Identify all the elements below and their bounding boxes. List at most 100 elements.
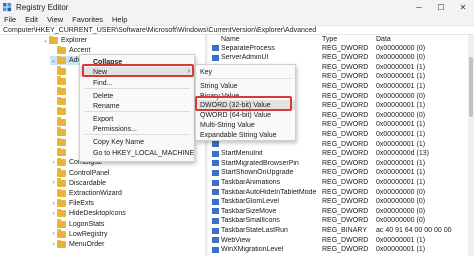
value-data: 0x00000001 (1) [376,236,426,244]
tree-item[interactable] [50,106,69,116]
expand-chevron-icon[interactable]: › [50,231,57,237]
menu-help[interactable]: Help [112,15,127,24]
value-data: 0x00000001 (1) [376,102,426,110]
menu-item-label: Export [93,115,114,123]
menu-item-copy-key-name[interactable]: Copy Key Name [80,137,194,147]
submenu-item-multi-string-value[interactable]: Multi-String Value [196,120,295,130]
table-row[interactable]: TaskbarStateLastRun REG_BINARY ac 40 91 64… [208,226,474,235]
value-type: REG_DWORD [322,198,369,206]
tree-item-label: LowRegistry [69,230,108,238]
tree-item[interactable] [50,66,69,76]
value-type: REG_DWORD [322,73,369,81]
column-header-name[interactable]: Name [208,36,312,43]
value-name: TaskbarGlomLevel [221,198,279,206]
table-row[interactable]: TaskbarSizeMove REG_DWORD 0x00000000 (0) [208,207,474,216]
submenu-item-expandable-string-value[interactable]: Expandable String Value [196,130,295,140]
value-name: ServerAdminUI [221,54,269,62]
tree-item[interactable]: ExtractionWizard [50,188,122,198]
tree-item[interactable] [50,147,69,157]
expand-chevron-icon[interactable]: › [50,211,57,217]
value-name: StartMenuInit [221,150,263,158]
table-row[interactable]: WinXMigrationLevel REG_DWORD 0x00000001 (1… [208,245,474,254]
menu-view[interactable]: View [47,15,63,24]
menu-item-rename[interactable]: Rename [80,101,194,111]
submenu-item-qword-value[interactable]: QWORD (64-bit) Value [196,110,295,120]
menu-item-delete[interactable]: Delete [80,91,194,101]
tree-item[interactable]: › Discardable [50,178,106,188]
value-name: TaskbarStateLastRun [221,227,288,234]
menu-separator [84,134,190,135]
folder-icon [57,127,66,136]
scrollbar-thumb[interactable] [469,57,473,117]
expand-chevron-icon[interactable]: › [50,160,57,166]
binary-value-icon [212,169,219,176]
minimize-button[interactable]: ─ [408,0,430,14]
tree-item-label: ControlPanel [69,169,110,177]
value-name: TaskbarAutoHideInTabletMode [221,188,317,196]
tree-item[interactable] [50,117,69,127]
tree-item[interactable] [50,86,69,96]
menu-item-permissions[interactable]: Permissions... [80,124,194,134]
value-data: 0x00000001 (1) [376,83,426,90]
folder-icon [57,117,66,126]
menu-item-find[interactable]: Find... [80,78,194,88]
expand-chevron-icon[interactable]: ⌄ [50,57,57,64]
menu-item-goto-hklm[interactable]: Go to HKEY_LOCAL_MACHINE [80,148,194,158]
column-header-data[interactable]: Data [376,36,391,43]
table-row[interactable]: TaskbarSmallIcons REG_DWORD 0x00000000 (0) [208,216,474,225]
table-row[interactable]: StartMigratedBrowserPin REG_DWORD 0x000000… [208,159,474,168]
submenu-item-key[interactable]: Key [196,67,295,77]
tree-item[interactable] [50,96,69,106]
maximize-button[interactable]: ☐ [430,0,452,14]
submenu-item-label: Expandable String Value [200,131,277,139]
value-type: REG_DWORD [322,54,369,62]
values-scrollbar[interactable] [468,35,474,256]
column-header-type[interactable]: Type [322,36,337,43]
binary-value-icon [212,217,219,224]
value-data: ac 40 91 64 00 00 00 00 [376,227,452,234]
menu-file[interactable]: File [4,15,16,24]
menu-item-export[interactable]: Export [80,114,194,124]
table-row[interactable]: StartShownOnUpgrade REG_DWORD 0x00000001 (… [208,168,474,177]
tree-item[interactable]: ControlPanel [50,168,110,178]
binary-value-icon [212,198,219,205]
tree-item[interactable] [50,76,69,86]
value-type: REG_DWORD [322,131,369,138]
tree-item[interactable]: › LowRegistry [50,229,108,239]
table-row[interactable]: TaskbarGlomLevel REG_DWORD 0x00000000 (0) [208,197,474,206]
tree-item[interactable]: › HideDesktopIcons [50,208,126,218]
menu-edit[interactable]: Edit [25,15,38,24]
menu-item-label: Copy Key Name [93,138,144,146]
table-row[interactable]: ServerAdminUI REG_DWORD 0x00000000 (0) [208,53,474,62]
folder-icon [57,198,66,208]
expand-chevron-icon[interactable]: › [50,201,57,207]
tree-item[interactable] [50,127,69,137]
menu-favorites[interactable]: Favorites [72,15,103,24]
tree-item[interactable]: › FileExts [50,198,94,208]
tree-item-label: Explorer [61,37,88,44]
table-row[interactable]: TaskbarAutoHideInTabletMode REG_DWORD 0x00… [208,188,474,197]
expand-chevron-icon[interactable]: › [50,242,57,248]
submenu-item-string-value[interactable]: String Value [196,81,295,91]
table-row[interactable]: SeparateProcess REG_DWORD 0x00000000 (0) [208,44,474,53]
folder-icon [49,35,58,44]
registry-editor-icon [3,2,12,11]
value-data: 0x00000000 (0) [376,92,426,100]
table-row[interactable]: StartMenuInit REG_DWORD 0x0000000d (13) [208,149,474,158]
expand-chevron-icon[interactable]: ⌄ [42,37,49,44]
tree-item[interactable]: ⌄ Explorer [42,35,88,45]
table-row[interactable]: TaskbarAnimations REG_DWORD 0x00000001 (1) [208,178,474,187]
tree-item[interactable] [50,137,69,147]
expand-chevron-icon[interactable]: › [50,180,57,186]
address-bar[interactable]: Computer\HKEY_CURRENT_USER\Software\Micr… [0,25,474,35]
tree-item[interactable]: › MenuOrder [50,239,104,249]
window-title: Registry Editor [16,2,69,12]
value-type: REG_DWORD [322,83,369,90]
value-type: REG_DWORD [322,179,369,186]
value-type: REG_DWORD [322,140,369,148]
table-row[interactable]: WebView REG_DWORD 0x00000001 (1) [208,236,474,245]
folder-icon [57,137,66,146]
submenu-item-label: QWORD (64-bit) Value [200,111,272,119]
close-button[interactable]: ✕ [452,0,474,14]
tree-item[interactable]: LogonStats [50,219,104,229]
